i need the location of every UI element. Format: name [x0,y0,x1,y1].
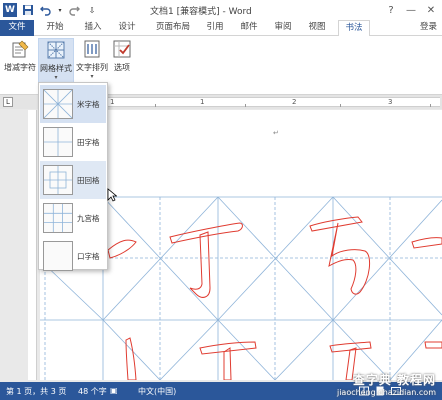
add-remove-chars-button[interactable]: 增减字符 [2,38,38,73]
grid-option-mi[interactable]: 米字格 [40,85,106,123]
quick-access-toolbar: W ▾ ⇩ [3,3,103,17]
vertical-ruler[interactable] [28,110,37,380]
grid-option-label: 田回格 [77,175,100,185]
watermark-url: jiaocheng.chazidian.com [336,388,436,397]
tab-file[interactable]: 文件 [0,20,34,36]
login-link[interactable]: 登录 [420,20,437,35]
word-count[interactable]: 48 个字 [78,386,107,397]
mouse-cursor-icon [107,188,117,202]
redo-icon[interactable] [67,3,81,17]
grid-option-label: 口字格 [77,251,100,261]
tian-hui-grid-icon [43,165,73,195]
ribbon-tabs: 文件 开始 插入 设计 页面布局 引用 邮件 审阅 视图 书法 登录 [0,20,442,37]
save-icon[interactable] [21,3,35,17]
kou-grid-icon [43,241,73,271]
minimize-icon[interactable]: — [404,3,418,17]
chevron-down-icon: ▾ [54,74,58,81]
grid-option-tian-hui[interactable]: 田回格 [40,161,106,199]
undo-icon[interactable] [39,3,53,17]
ruler-tick [430,104,431,107]
grid-style-label: 网格样式 [40,64,72,73]
help-icon[interactable]: ? [384,3,398,17]
tab-page-layout[interactable]: 页面布局 [152,20,194,36]
grid-style-button[interactable]: 网格样式 ▾ [38,38,74,85]
tab-references[interactable]: 引用 [202,20,228,36]
proofing-icon[interactable]: ▣ [110,386,118,395]
tab-design[interactable]: 设计 [114,20,140,36]
grid-option-label: 九宫格 [77,213,100,223]
customize-qat-icon[interactable]: ⇩ [85,3,99,17]
text-arrange-icon [81,38,103,60]
watermark-title: 查字典 教程网 [352,373,436,387]
ruler-label: 2 [292,98,297,106]
tab-view[interactable]: 视图 [304,20,330,36]
ruler-label: 3 [388,98,393,106]
options-button[interactable]: 选项 [110,38,134,73]
language-indicator[interactable]: 中文(中国) [138,386,176,397]
text-arrange-label: 文字排列 [76,63,108,72]
add-remove-chars-icon [9,38,31,60]
tab-selector-icon[interactable]: L [3,97,13,107]
options-icon [111,38,133,60]
ruler-tick [245,104,246,107]
chevron-down-icon: ▾ [90,73,94,80]
nine-grid-icon [43,203,73,233]
tab-review[interactable]: 审阅 [270,20,296,36]
ruler-tick [155,104,156,107]
ruler-label: 1 [110,98,115,106]
tab-calligraphy[interactable]: 书法 [338,20,370,37]
title-bar: W ▾ ⇩ 文档1 [兼容模式] - Word ? — ✕ [0,0,442,20]
tab-home[interactable]: 开始 [42,20,68,36]
word-logo-icon: W [3,3,17,17]
status-bar: 第 1 页，共 3 页 48 个字 ▣ 中文(中国) 查字典 教程网 jiaoc… [0,373,442,400]
ruler-label: 1 [200,98,205,106]
page-count[interactable]: 第 1 页，共 3 页 [6,386,66,397]
close-icon[interactable]: ✕ [424,3,438,17]
grid-option-nine[interactable]: 九宫格 [40,199,106,237]
text-arrange-button[interactable]: 文字排列 ▾ [74,38,110,80]
tian-grid-icon [43,127,73,157]
grid-option-label: 米字格 [77,99,100,109]
ruler-tick [340,104,341,107]
grid-option-tian[interactable]: 田字格 [40,123,106,161]
window-title: 文档1 [兼容模式] - Word [150,7,252,17]
tab-insert[interactable]: 插入 [80,20,106,36]
mi-grid-icon [43,89,73,119]
add-remove-chars-label: 增减字符 [4,63,36,72]
options-label: 选项 [114,63,130,72]
tab-mailings[interactable]: 邮件 [236,20,262,36]
grid-option-label: 田字格 [77,137,100,147]
grid-style-icon [45,39,67,61]
grid-style-menu: 米字格 田字格 田回格 九宫格 口字格 [38,82,108,271]
watermark: 查字典 教程网 jiaocheng.chazidian.com [337,371,436,397]
grid-option-kou[interactable]: 口字格 [40,237,106,275]
chevron-down-icon[interactable]: ▾ [57,3,63,17]
